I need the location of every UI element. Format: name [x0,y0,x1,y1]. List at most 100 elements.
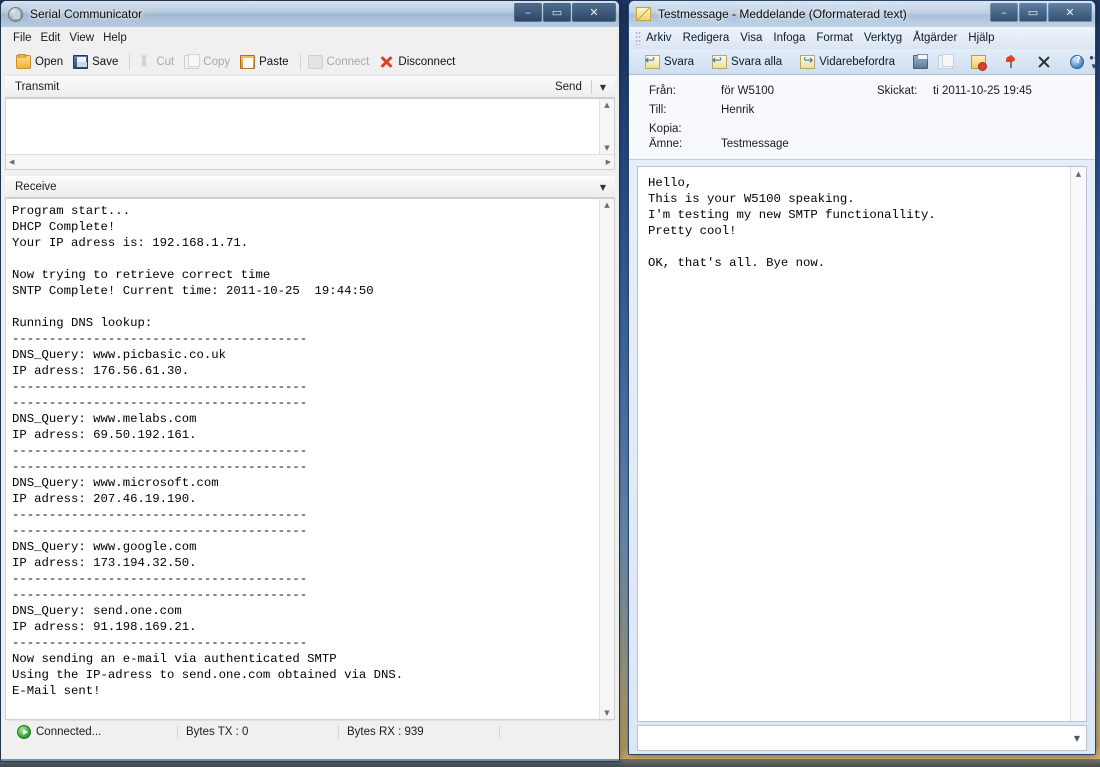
folder-icon [16,55,31,69]
receive-vertical-scrollbar[interactable]: ▲ ▼ [599,199,614,719]
transmit-input[interactable] [6,99,599,154]
taskbar[interactable] [0,759,1100,767]
close-button[interactable]: ✕ [1048,3,1092,22]
triangle-down-icon[interactable]: ▼ [604,144,609,152]
cut-button: Cut [134,53,181,71]
reply-label: Svara [664,56,694,68]
serial-toolbar[interactable]: Open Save Cut Copy Paste Connec [5,48,615,76]
receive-panel-header: Receive ▼ [5,176,615,198]
toolbar-separator [129,53,130,70]
subject-value: Testmessage [721,138,1083,150]
menu-item-verktyg[interactable]: Verktyg [864,31,913,45]
app-round-icon [8,7,23,22]
status-cell-connection: Connected... [9,721,177,742]
transmit-vertical-scrollbar[interactable]: ▲ ▼ [599,99,614,154]
status-cell-bytes-rx: Bytes RX : 939 [339,721,499,742]
chevron-down-icon[interactable]: ▼ [595,183,611,192]
help-icon [1070,55,1084,69]
chevron-down-icon[interactable]: ▼ [595,83,611,92]
open-label: Open [35,56,63,68]
sent-value: ti 2011-10-25 19:45 [933,85,1083,97]
mark-unread-button[interactable] [966,54,991,70]
menu-item-visa[interactable]: Visa [740,31,773,45]
mail-vertical-scrollbar[interactable]: ▲ [1070,167,1086,721]
minimize-button[interactable]: – [514,3,542,22]
menu-item-hjalp[interactable]: Hjälp [968,31,1005,45]
status-cell-bytes-tx: Bytes TX : 0 [178,721,338,742]
transmit-panel-header: Transmit Send ▼ [5,76,615,98]
save-label: Save [92,56,118,68]
close-button[interactable]: ✕ [572,3,616,22]
triangle-up-icon[interactable]: ▲ [604,101,609,109]
menu-item-edit[interactable]: Edit [41,30,70,46]
menubar-grip[interactable] [635,31,641,45]
serial-communicator-window[interactable]: Serial Communicator – ▭ ✕ File Edit View… [0,0,620,762]
copy-document-icon [184,55,199,69]
print-button[interactable] [908,54,933,70]
menu-item-format[interactable]: Format [816,31,863,45]
mail-window-titlebar[interactable]: Testmessage - Meddelande (Oformaterad te… [629,1,1095,27]
mail-window-body: Arkiv Redigera Visa Infoga Format Verkty… [629,27,1095,754]
disconnect-button[interactable]: Disconnect [376,53,462,71]
menu-item-help[interactable]: Help [103,30,136,46]
delete-button[interactable] [1032,54,1057,70]
toolbar-overflow-icon[interactable]: ●●▼ [1089,50,1096,74]
disconnect-label: Disconnect [398,56,455,68]
plug-icon [308,55,323,69]
reply-icon [645,55,660,69]
menu-item-atgarder[interactable]: Åtgärder [913,31,968,45]
menu-item-file[interactable]: File [13,30,41,46]
save-button[interactable]: Save [70,53,125,71]
chevron-down-icon[interactable]: ▼ [1074,734,1080,743]
menu-item-arkiv[interactable]: Arkiv [646,31,683,45]
menu-item-view[interactable]: View [69,30,103,46]
transmit-area-wrap: ▲ ▼ ◀ ▶ [5,98,615,170]
sent-label: Skickat: [877,85,933,97]
triangle-up-icon[interactable]: ▲ [604,201,609,209]
forward-button[interactable]: Vidarebefordra [795,54,900,70]
status-text: Connected... [36,726,101,738]
receive-area-wrap: Program start... DHCP Complete! Your IP … [5,198,615,720]
triangle-right-icon[interactable]: ▶ [606,158,611,166]
menu-item-infoga[interactable]: Infoga [773,31,816,45]
minimize-button[interactable]: – [990,3,1018,22]
delete-x-icon [1037,55,1052,69]
from-label: Från: [649,85,721,97]
forward-label: Vidarebefordra [819,56,895,68]
reply-all-button[interactable]: Svara alla [707,54,787,70]
copy-pages-button [933,54,958,70]
serial-statusbar: Connected... Bytes TX : 0 Bytes RX : 939 [9,720,611,742]
connect-label: Connect [327,56,370,68]
mail-window-title: Testmessage - Meddelande (Oformaterad te… [658,7,907,21]
triangle-left-icon[interactable]: ◀ [9,158,14,166]
reply-all-icon [712,55,727,69]
send-button[interactable]: Send [549,81,588,93]
maximize-button[interactable]: ▭ [543,3,571,22]
serial-window-title: Serial Communicator [30,7,142,21]
mail-menubar[interactable]: Arkiv Redigera Visa Infoga Format Verkty… [629,27,1095,49]
serial-window-titlebar[interactable]: Serial Communicator – ▭ ✕ [1,1,619,27]
mail-bottom-bar: ▼ [637,725,1087,751]
to-label: Till: [649,104,721,116]
serial-menubar[interactable]: File Edit View Help [5,27,615,48]
open-button[interactable]: Open [13,53,70,71]
serial-window-controls[interactable]: – ▭ ✕ [514,3,616,22]
menu-item-redigera[interactable]: Redigera [683,31,741,45]
transmit-title: Transmit [15,81,59,93]
reply-button[interactable]: Svara [640,54,699,70]
mail-headers: Från: för W5100 Skickat: ti 2011-10-25 1… [629,75,1095,160]
triangle-down-icon[interactable]: ▼ [604,709,609,717]
triangle-up-icon[interactable]: ▲ [1076,170,1081,178]
flag-button[interactable] [999,54,1024,70]
connect-button: Connect [305,53,377,71]
paste-button[interactable]: Paste [237,53,295,71]
header-row-to: Till: Henrik [649,104,1083,116]
mail-message-window[interactable]: Testmessage - Meddelande (Oformaterad te… [628,0,1096,755]
help-button[interactable] [1065,54,1089,70]
mail-toolbar[interactable]: Svara Svara alla Vidarebefordra [629,49,1095,75]
copy-label: Copy [203,56,230,68]
mail-window-controls[interactable]: – ▭ ✕ [990,3,1092,22]
transmit-horizontal-scrollbar[interactable]: ◀ ▶ [6,154,614,169]
mail-body-wrap: Hello, This is your W5100 speaking. I'm … [637,166,1087,722]
maximize-button[interactable]: ▭ [1019,3,1047,22]
